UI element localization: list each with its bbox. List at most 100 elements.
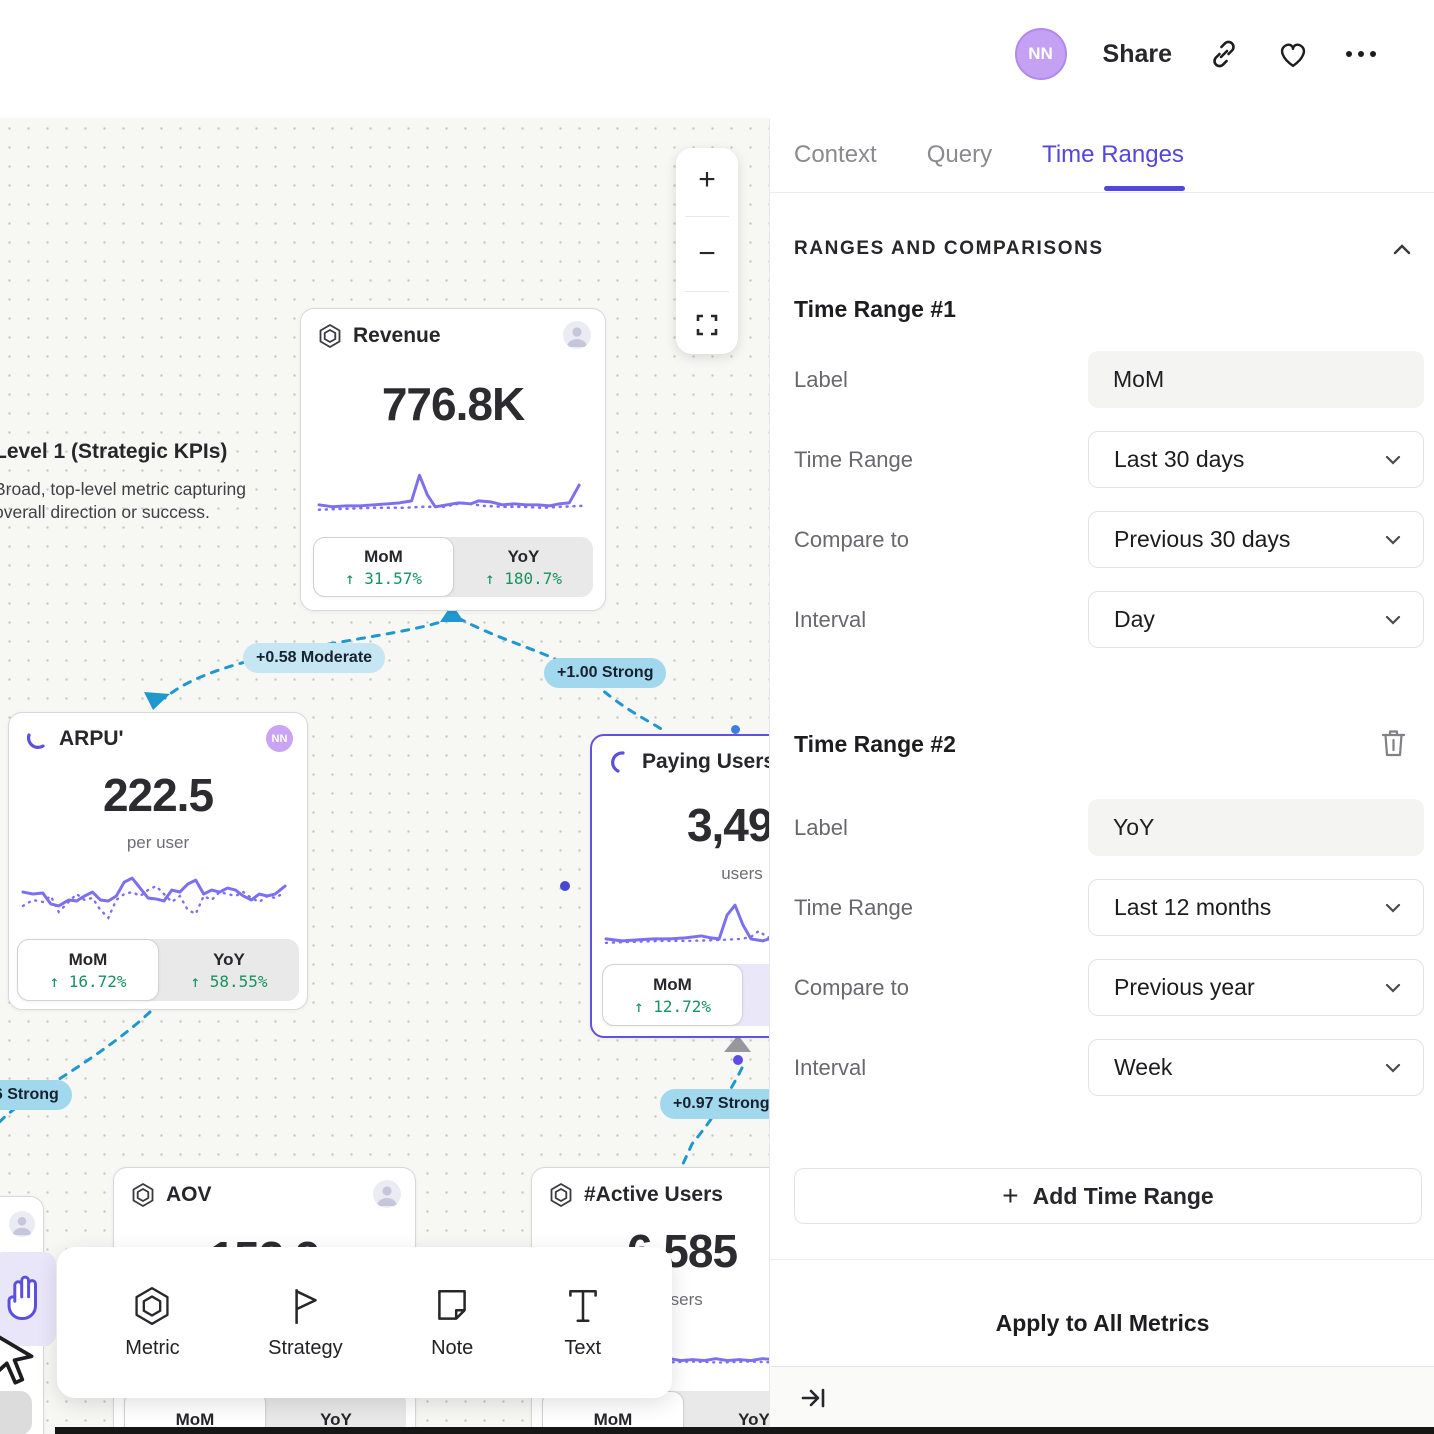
tool-strategy[interactable]: Strategy [268,1285,342,1360]
tool-note[interactable]: Note [431,1285,473,1360]
level-title: Level 1 (Strategic KPIs) [0,440,246,464]
time-range-1-title: Time Range #1 [794,296,956,323]
trash-icon [1380,728,1407,758]
field-label: Interval [794,607,1088,633]
delete-time-range-button[interactable] [1380,728,1407,758]
yoy-toggle[interactable]: YoY ↑ 180.7% [454,537,593,597]
fullscreen-icon [695,313,719,337]
fit-view-button[interactable] [695,313,719,337]
apply-to-all-metrics-button[interactable]: Apply to All Metrics [770,1310,1434,1337]
panel-footer [770,1366,1434,1428]
correlation-badge[interactable]: +0.58 Moderate [243,643,385,673]
mom-toggle[interactable]: MoM ↑ 31.57% [313,537,454,597]
chevron-down-icon [1385,535,1401,545]
flag-icon [284,1285,326,1327]
collapse-right-icon [800,1386,826,1410]
link-icon [1208,38,1240,70]
metric-value: 776.8K [301,377,605,431]
connection-handle[interactable] [733,1055,743,1065]
active-tab-indicator [1104,186,1185,191]
yoy-toggle[interactable]: YoY ↑ 58.55% [159,939,299,1001]
divider [770,192,1434,193]
tab-time-ranges[interactable]: Time Ranges [1042,141,1184,169]
card-title: #Active Users [584,1183,723,1207]
label-input[interactable] [1088,351,1424,408]
select-tool[interactable] [0,1330,42,1392]
metric-hexagon-icon [130,1182,156,1208]
chevron-down-icon [1385,455,1401,465]
add-time-range-button[interactable]: + Add Time Range [794,1168,1422,1224]
divider [770,1259,1434,1260]
owner-avatar-nn: NN [266,725,293,752]
label-input-field[interactable] [1088,351,1424,408]
note-icon [431,1285,473,1327]
favorite-button[interactable] [1276,38,1310,70]
field-label: Label [794,815,1088,841]
owner-avatar [9,1211,35,1237]
correlation-badge[interactable]: +0.97 Strong [660,1089,782,1119]
app-window: Level 1 (Strategic KPIs) Broad, top-leve… [0,0,1434,1434]
interval-select[interactable]: Day [1088,591,1424,648]
owner-avatar [373,1180,401,1208]
window-bottom-bar [55,1427,1434,1434]
tab-context[interactable]: Context [794,141,877,169]
tab-query[interactable]: Query [927,141,992,169]
zoom-in-button[interactable]: + [698,165,716,195]
top-header: NN Share [0,0,1434,118]
divider [685,216,729,217]
copy-link-button[interactable] [1208,38,1240,70]
chevron-up-icon [1392,242,1412,256]
text-icon [562,1285,604,1327]
compare-to-select[interactable]: Previous 30 days [1088,511,1424,568]
label-input[interactable] [1088,799,1424,856]
plus-icon: + [1002,1182,1018,1210]
label-input-field[interactable] [1088,799,1424,856]
panel-tabs: Context Query Time Ranges [794,118,1184,192]
mom-toggle[interactable]: MoM ↑ 12.72% [602,964,743,1026]
yoy-toggle[interactable] [0,1391,32,1434]
collapse-section-button[interactable] [1392,242,1412,256]
section-title: RANGES AND COMPARISONS [794,238,1104,260]
sparkline [315,461,591,523]
time-range-select[interactable]: Last 30 days [1088,431,1424,488]
time-range-2-title: Time Range #2 [794,731,956,758]
field-label: Compare to [794,527,1088,553]
chevron-down-icon [1385,615,1401,625]
chevron-down-icon [1385,903,1401,913]
card-title: ARPU' [59,727,124,751]
share-button[interactable]: Share [1103,40,1172,69]
level-desc-line1: Broad, top-level metric capturing [0,478,246,501]
tool-metric[interactable]: Metric [125,1285,179,1360]
chevron-down-icon [1385,983,1401,993]
metric-card-revenue[interactable]: Revenue 776.8K MoM ↑ 31.57% YoY ↑ 180.7% [300,308,606,611]
zoom-out-button[interactable]: − [698,239,716,269]
connection-handle[interactable] [560,881,570,891]
metric-card-arpu[interactable]: ARPU' NN 222.5 per user MoM ↑ 16.72% YoY… [8,712,308,1010]
compare-to-select[interactable]: Previous year [1088,959,1424,1016]
field-label: Time Range [794,447,1088,473]
metric-hexagon-icon [131,1285,173,1327]
more-options-button[interactable] [1346,51,1376,57]
time-range-select[interactable]: Last 12 months [1088,879,1424,936]
mom-toggle[interactable]: MoM ↑ 16.72% [17,939,159,1001]
canvas-zoom-control: + − [676,148,738,354]
card-title: Revenue [353,324,441,348]
details-panel: Context Query Time Ranges RANGES AND COM… [769,100,1434,1434]
correlation-badge[interactable]: 66 Strong [0,1080,72,1110]
cursor-icon [0,1330,42,1392]
level-annotation: Level 1 (Strategic KPIs) Broad, top-leve… [0,440,246,524]
collapse-panel-button[interactable] [800,1386,826,1410]
interval-select[interactable]: Week [1088,1039,1424,1096]
field-label: Interval [794,1055,1088,1081]
field-label: Label [794,367,1088,393]
hand-icon [1,1271,47,1327]
connection-handle[interactable] [731,725,740,734]
level-desc-line2: overall direction or success. [0,501,246,524]
correlation-badge[interactable]: +1.00 Strong [544,658,666,688]
metric-hexagon-icon [317,323,343,349]
heart-icon [1276,38,1310,70]
tool-text[interactable]: Text [562,1285,604,1360]
derived-metric-arc-icon [608,750,632,774]
user-avatar[interactable]: NN [1015,28,1067,80]
owner-avatar [563,321,591,349]
